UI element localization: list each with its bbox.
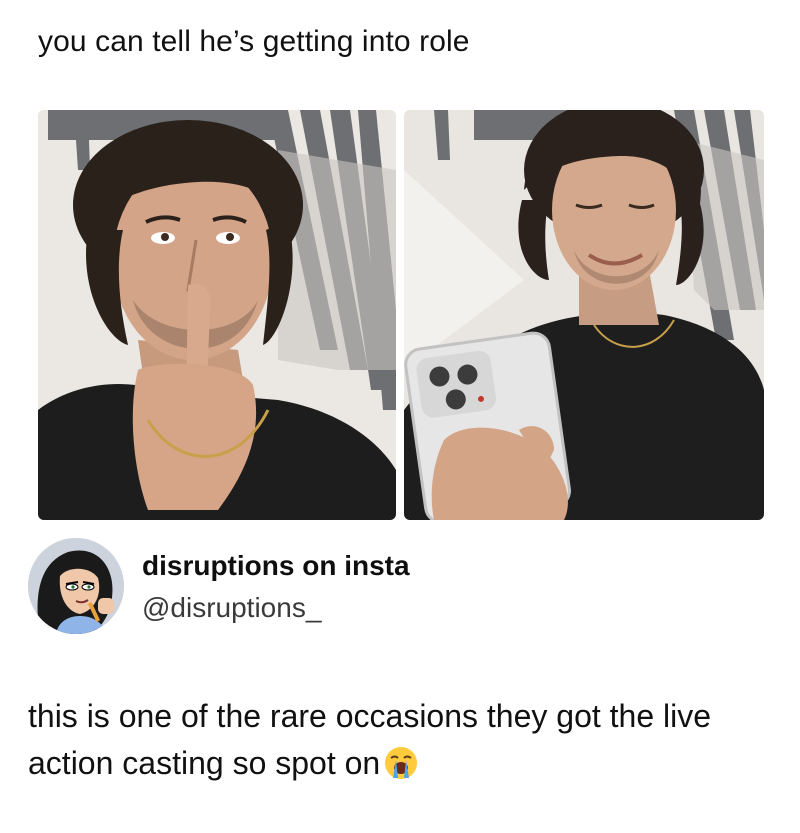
display-name[interactable]: disruptions on insta xyxy=(142,550,410,582)
loudly-crying-face-icon xyxy=(385,747,418,779)
photo-man-holding-phone-image xyxy=(404,110,764,520)
photo-man-shushing[interactable] xyxy=(38,110,396,520)
cartoon-avatar[interactable] xyxy=(28,538,124,634)
cartoon-avatar-image xyxy=(28,538,124,634)
tweet-text: this is one of the rare occasions they g… xyxy=(28,693,768,787)
tweet-text-content: this is one of the rare occasions they g… xyxy=(28,698,712,781)
post-caption: you can tell he’s getting into role xyxy=(38,25,470,58)
user-handle[interactable]: @disruptions_ xyxy=(142,592,321,624)
photo-man-holding-phone[interactable] xyxy=(404,110,764,520)
photo-man-shushing-image xyxy=(38,110,396,520)
